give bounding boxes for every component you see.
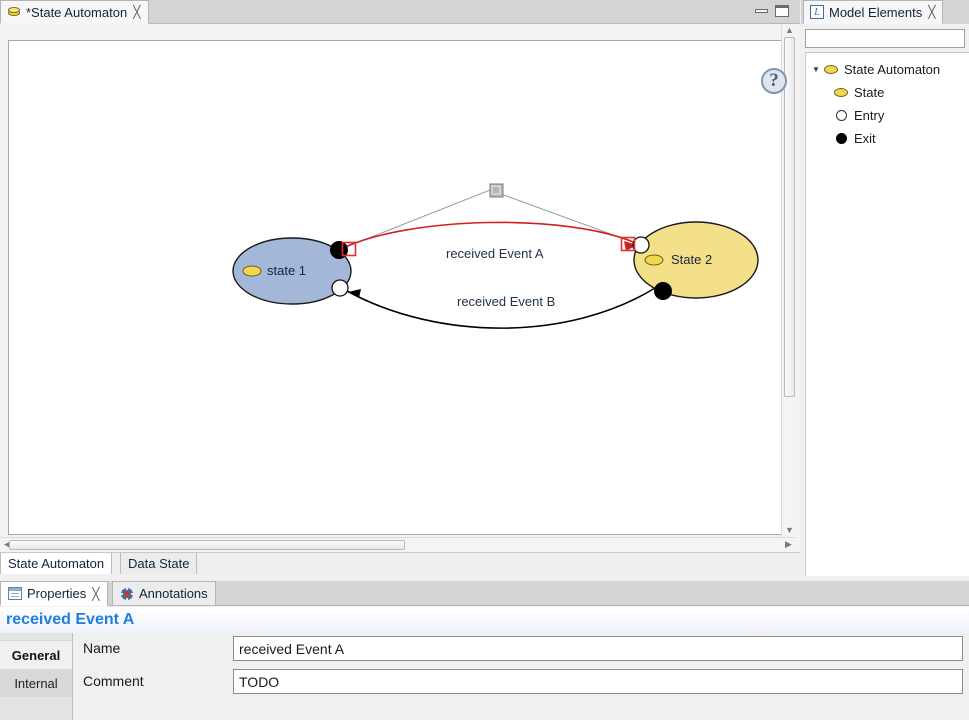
close-icon[interactable]: ╳ (132, 6, 141, 18)
tab-label: Annotations (139, 586, 208, 601)
comment-field-label: Comment (83, 673, 144, 689)
editor-tab-bar: *State Automaton ╳ (0, 0, 800, 24)
model-elements-tab-bar: L Model Elements ╳ (801, 0, 969, 24)
arrowhead-received-event-b (348, 289, 361, 298)
properties-side-tabs: General Internal (0, 633, 73, 720)
tree-item-state-automaton[interactable]: ▼ State Automaton (806, 58, 969, 81)
scroll-up-icon[interactable]: ▲ (782, 25, 797, 36)
tab-label: Properties (27, 586, 87, 601)
state-2-exit-port[interactable] (654, 282, 672, 300)
page-tab-state-automaton[interactable]: State Automaton (0, 553, 113, 575)
properties-tab-bar: Properties ╳ Annotations (0, 581, 969, 606)
editor-tab-state-automaton[interactable]: *State Automaton ╳ (0, 0, 150, 24)
scroll-down-icon[interactable]: ▼ (782, 525, 797, 536)
gear-icon (120, 586, 134, 601)
horizontal-scrollbar-thumb[interactable] (9, 540, 405, 550)
transition-received-event-a[interactable] (340, 221, 639, 250)
transition-a-guide-lines (340, 189, 639, 250)
close-icon[interactable]: ╳ (927, 6, 936, 18)
diagram-canvas[interactable]: state 1 State 2 received Event A receive… (8, 40, 792, 535)
state-1-entry-port[interactable] (331, 279, 349, 297)
comment-input[interactable] (233, 669, 963, 694)
scroll-right-icon[interactable]: ▶ (781, 539, 796, 550)
side-tab-label: Internal (14, 675, 58, 691)
model-elements-tab-label: Model Elements (829, 4, 923, 20)
name-input[interactable] (233, 636, 963, 661)
yellow-ellipse-icon (834, 88, 848, 97)
side-tabs-top-filler (0, 633, 73, 641)
editor-bottom-filler (0, 574, 800, 580)
side-tabs-bottom-filler (0, 697, 73, 720)
tree-item-label: State (854, 85, 885, 100)
state-1-label: state 1 (267, 263, 306, 278)
canvas-vertical-scrollbar[interactable]: ▲ ▼ (781, 25, 796, 537)
properties-icon (8, 587, 22, 600)
tree-item-state[interactable]: State (806, 81, 969, 104)
field-row-name: Name (73, 634, 969, 667)
state-2-type-icon (644, 254, 664, 266)
tree-item-exit[interactable]: Exit (806, 127, 969, 150)
vertical-scrollbar-thumb[interactable] (784, 37, 795, 397)
side-tab-label: General (11, 647, 61, 663)
yellow-ellipse-icon (824, 65, 838, 74)
state-2-entry-port[interactable] (632, 236, 650, 254)
tree-item-label: Exit (854, 131, 876, 146)
close-icon[interactable]: ╳ (91, 588, 100, 600)
transition-label-received-event-a[interactable]: received Event A (446, 246, 544, 261)
model-elements-panel: L Model Elements ╳ ▼ State Automaton Sta… (801, 0, 969, 580)
tab-properties[interactable]: Properties ╳ (0, 581, 109, 606)
application-window: *State Automaton ╳ state 1 State 2 recei… (0, 0, 969, 720)
name-field-label: Name (83, 640, 121, 656)
editor-page-tab-bar: State Automaton Data State (0, 552, 800, 575)
page-tab-label: State Automaton (8, 556, 105, 571)
state-1-type-icon (242, 265, 262, 277)
canvas-horizontal-scrollbar[interactable]: ◀ ▶ (0, 537, 796, 551)
properties-title: received Event A (0, 607, 969, 633)
properties-fields: Name Comment (73, 633, 969, 720)
help-icon[interactable]: ? (761, 68, 787, 94)
model-elements-tree[interactable]: ▼ State Automaton State Entry Exit (805, 52, 969, 576)
side-tab-internal[interactable]: Internal (0, 669, 73, 697)
filled-circle-icon (836, 133, 847, 144)
minimize-button[interactable] (754, 4, 770, 18)
field-row-comment: Comment (73, 667, 969, 700)
model-elements-filter-input[interactable] (805, 29, 965, 48)
state-automaton-diagram: state 1 State 2 received Event A receive… (232, 183, 759, 329)
editor-tab-label: *State Automaton (26, 4, 128, 20)
maximize-button[interactable] (774, 4, 790, 18)
tree-item-label: State Automaton (844, 62, 941, 77)
tree-item-label: Entry (854, 108, 885, 123)
state-automaton-icon (7, 6, 21, 18)
chevron-down-icon[interactable]: ▼ (808, 65, 824, 74)
transition-label-received-event-b[interactable]: received Event B (457, 294, 555, 309)
editor-area: *State Automaton ╳ state 1 State 2 recei… (0, 0, 800, 580)
state-2-label: State 2 (671, 252, 712, 267)
properties-body: General Internal Name Comment (0, 633, 969, 720)
model-elements-tab[interactable]: L Model Elements ╳ (803, 0, 944, 24)
tab-annotations[interactable]: Annotations (112, 581, 216, 606)
page-tab-data-state[interactable]: Data State (120, 553, 198, 575)
open-circle-icon (836, 110, 847, 121)
tree-item-entry[interactable]: Entry (806, 104, 969, 127)
properties-panel: Properties ╳ Annotations received Event … (0, 581, 969, 720)
side-tab-general[interactable]: General (0, 641, 73, 669)
page-tab-label: Data State (128, 556, 190, 571)
model-elements-icon: L (810, 5, 824, 19)
